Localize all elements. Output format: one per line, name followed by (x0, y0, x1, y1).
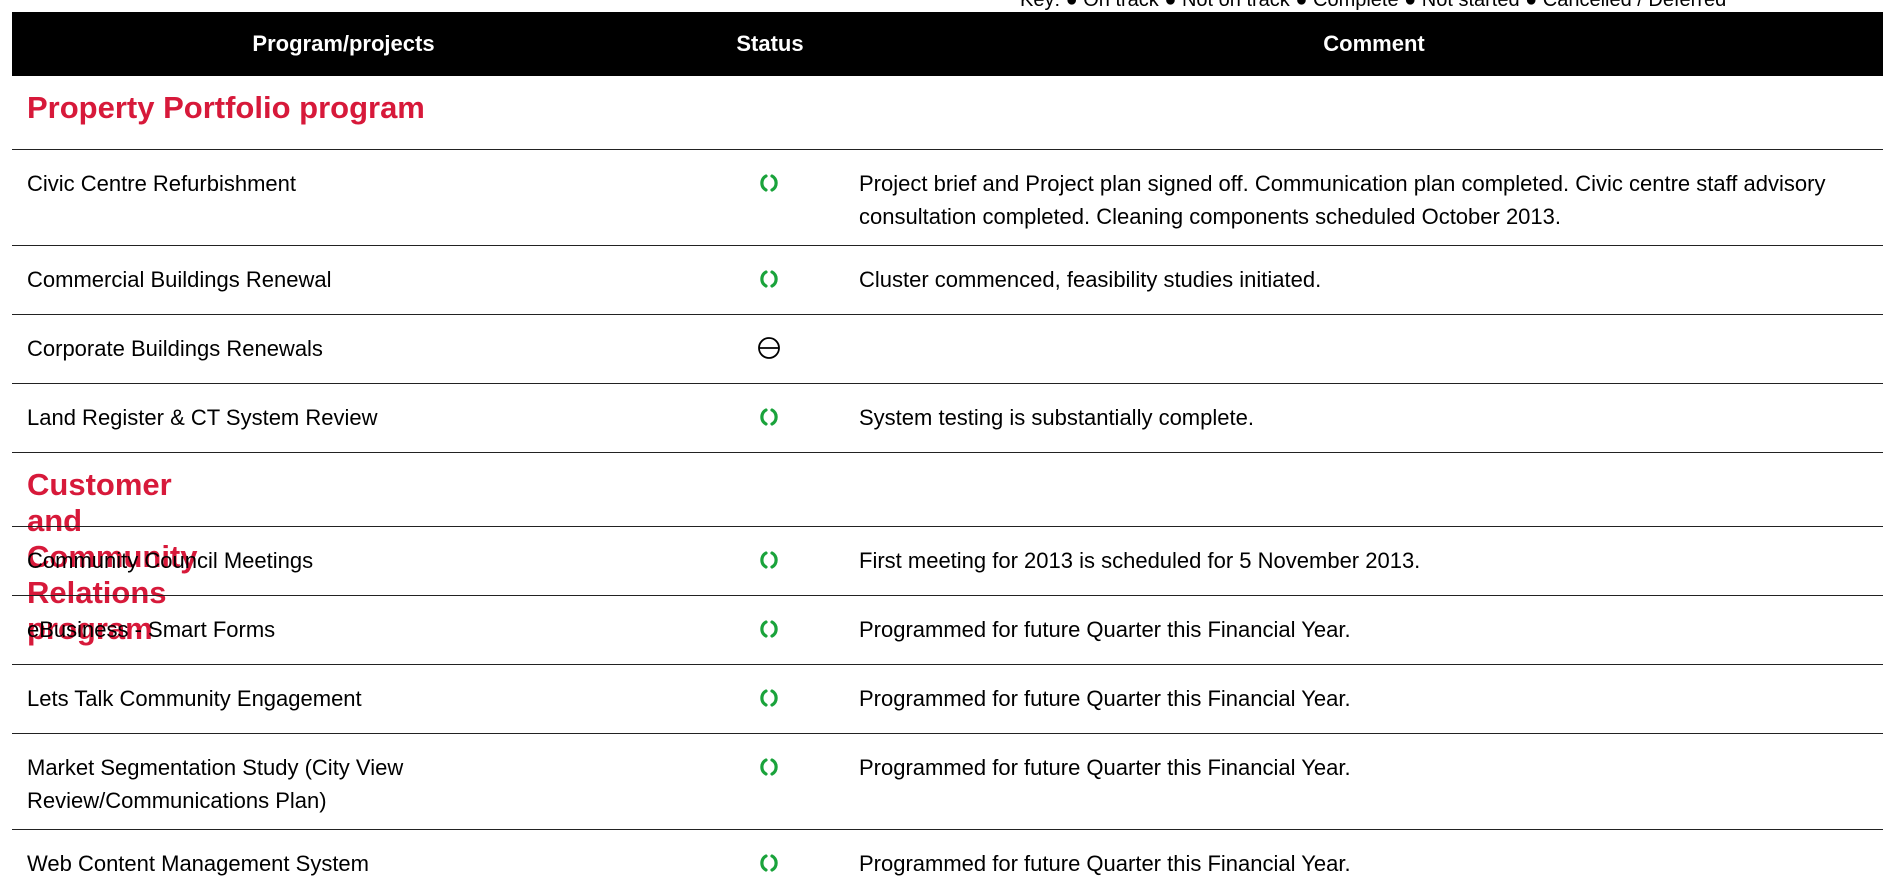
project-comment: System testing is substantially complete… (859, 405, 1254, 430)
project-comment: First meeting for 2013 is scheduled for … (859, 548, 1421, 573)
table-row: Land Register & CT System Review System … (12, 383, 1883, 452)
section-title: Property Portfolio program (27, 90, 425, 125)
on-track-icon (756, 685, 782, 711)
on-track-icon (756, 266, 782, 292)
table-row: Community Council Meetings First meeting… (12, 526, 1883, 595)
table-row: Market Segmentation Study (City View Rev… (12, 733, 1883, 829)
project-comment: Cluster commenced, feasibility studies i… (859, 267, 1322, 292)
table-row: eBusiness - Smart Forms Programmed for f… (12, 595, 1883, 664)
not-started-icon (756, 335, 782, 361)
section-customer-community: Customer and Community Relations program (12, 452, 1883, 646)
section-property-portfolio: Property Portfolio program (12, 90, 1883, 150)
table-row: Civic Centre Refurbishment Project brief… (12, 149, 1883, 245)
project-comment: Programmed for future Quarter this Finan… (859, 617, 1351, 642)
on-track-icon (756, 547, 782, 573)
table-row: Web Content Management System Programmed… (12, 829, 1883, 895)
on-track-icon (756, 170, 782, 196)
project-comment: Project brief and Project plan signed of… (859, 171, 1826, 229)
project-name: Web Content Management System (27, 851, 369, 876)
header-status: Status (736, 31, 804, 56)
header-project: Program/projects (252, 31, 435, 56)
project-name: Market Segmentation Study (City View Rev… (27, 755, 404, 813)
project-name: eBusiness - Smart Forms (27, 617, 276, 642)
table-row: Lets Talk Community Engagement Programme… (12, 664, 1883, 733)
project-comment: Programmed for future Quarter this Finan… (859, 755, 1351, 780)
on-track-icon (756, 404, 782, 430)
project-name: Land Register & CT System Review (27, 405, 378, 430)
project-name: Civic Centre Refurbishment (27, 171, 296, 196)
header-comment: Comment (1323, 31, 1425, 56)
status-report-page: Key: ● On track ● Not on track ● Complet… (0, 0, 1883, 895)
status-legend-strip: Key: ● On track ● Not on track ● Complet… (0, 0, 1883, 12)
on-track-icon (756, 754, 782, 780)
project-comment: Programmed for future Quarter this Finan… (859, 686, 1351, 711)
on-track-icon (756, 616, 782, 642)
project-comment: Programmed for future Quarter this Finan… (859, 851, 1351, 876)
table-row: Commercial Buildings Renewal Cluster com… (12, 245, 1883, 314)
status-legend: Key: ● On track ● Not on track ● Complet… (1020, 0, 1727, 11)
on-track-icon (756, 850, 782, 876)
project-name: Commercial Buildings Renewal (27, 267, 332, 292)
table-row: Corporate Buildings Renewals (12, 314, 1883, 383)
project-name: Community Council Meetings (27, 548, 314, 573)
table-header: Program/projects Status Comment (12, 12, 1883, 76)
project-name: Lets Talk Community Engagement (27, 686, 362, 711)
project-name: Corporate Buildings Renewals (27, 336, 323, 361)
